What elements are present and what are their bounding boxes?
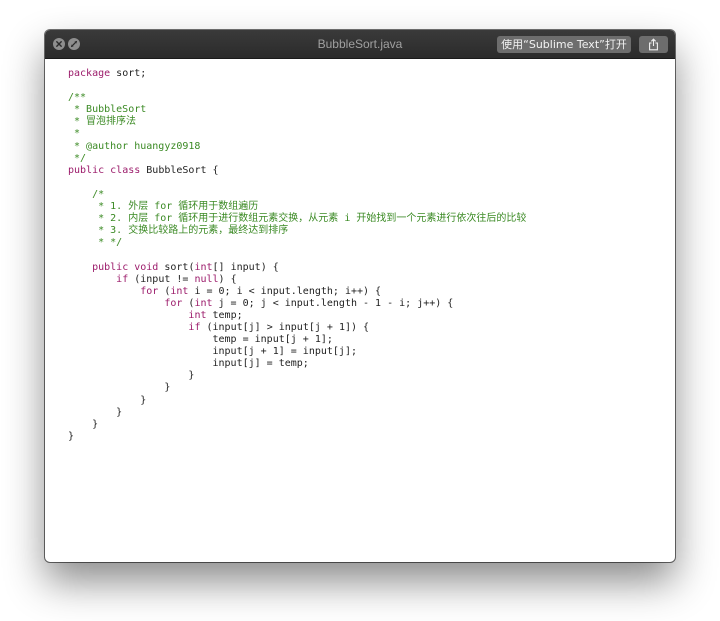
code-line: * @author huangyz0918 <box>68 141 665 153</box>
code-line: } <box>68 370 665 382</box>
code-line: } <box>68 382 665 394</box>
code-line: /** <box>68 92 665 104</box>
code-comment: * 1. 外层 for 循环用于数组遍历 <box>68 201 259 213</box>
code-line: public void sort(int[] input) { <box>68 262 665 274</box>
title-bar: BubbleSort.java 使用“Sublime Text”打开 <box>45 30 675 59</box>
code-line: int temp; <box>68 310 665 322</box>
code-text: BubbleSort { <box>140 164 219 176</box>
close-icon[interactable] <box>53 38 65 50</box>
open-with-sublime-button[interactable]: 使用“Sublime Text”打开 <box>497 36 631 53</box>
code-line: } <box>68 407 665 419</box>
code-line: for (int i = 0; i < input.length; i++) { <box>68 286 665 298</box>
code-comment: /* <box>68 188 105 200</box>
code-text: } <box>68 406 123 418</box>
code-line: * 1. 外层 for 循环用于数组遍历 <box>68 201 665 213</box>
share-icon <box>649 38 658 51</box>
code-text: ) { <box>218 273 237 285</box>
code-line: * BubbleSort <box>68 104 665 116</box>
code-comment: */ <box>68 152 87 164</box>
code-line: public class BubbleSort { <box>68 165 665 177</box>
code-comment: * 3. 交换比较路上的元素，最终达到排序 <box>68 225 289 237</box>
code-text: } <box>68 430 75 442</box>
code-keyword: for <box>164 297 183 309</box>
code-view: package sort;/** * BubbleSort * 冒泡排序法 * … <box>68 68 665 443</box>
code-line: * */ <box>68 237 665 249</box>
code-line: input[j] = temp; <box>68 358 665 370</box>
code-comment: /** <box>68 92 87 104</box>
code-line: * 2. 内层 for 循环用于进行数组元素交换，从元素 i 开始找到一个元素进… <box>68 213 665 225</box>
code-text: [] input) { <box>212 261 279 273</box>
code-line: * 冒泡排序法 <box>68 116 665 128</box>
quicklook-window: BubbleSort.java 使用“Sublime Text”打开 packa… <box>45 30 675 562</box>
code-comment: * 冒泡排序法 <box>68 116 137 128</box>
code-text: (input[j] > input[j + 1]) { <box>200 321 370 333</box>
code-keyword: null <box>194 273 219 285</box>
code-text: input[j] = temp; <box>68 358 309 370</box>
code-text: sort( <box>158 261 195 273</box>
code-line: input[j + 1] = input[j]; <box>68 346 665 358</box>
code-keyword: void <box>134 261 159 273</box>
code-line: * 3. 交换比较路上的元素，最终达到排序 <box>68 225 665 237</box>
code-line: package sort; <box>68 68 665 80</box>
code-keyword: public <box>92 261 129 273</box>
code-line: } <box>68 419 665 431</box>
code-keyword: public <box>68 164 105 176</box>
code-keyword: package <box>68 68 111 79</box>
code-text: temp; <box>206 309 243 321</box>
code-line: temp = input[j + 1]; <box>68 334 665 346</box>
code-text: (input != <box>128 273 195 285</box>
code-keyword: for <box>140 285 159 297</box>
code-keyword: if <box>188 321 201 333</box>
code-comment: * @author huangyz0918 <box>68 140 201 152</box>
code-line: for (int j = 0; j < input.length - 1 - i… <box>68 298 665 310</box>
code-keyword: int <box>194 261 213 273</box>
code-line: } <box>68 395 665 407</box>
code-keyword: if <box>116 273 129 285</box>
code-comment: * <box>68 128 81 140</box>
code-line: * <box>68 128 665 140</box>
code-line: */ <box>68 153 665 165</box>
code-keyword: int <box>188 309 207 321</box>
code-line: if (input[j] > input[j + 1]) { <box>68 322 665 334</box>
code-text: temp = input[j + 1]; <box>68 334 333 346</box>
code-line: /* <box>68 189 665 201</box>
code-text: } <box>68 382 171 394</box>
code-text: } <box>68 394 147 406</box>
share-button[interactable] <box>639 36 668 53</box>
code-text: sort; <box>110 68 147 79</box>
code-text: input[j + 1] = input[j]; <box>68 346 357 358</box>
code-text: ( <box>182 297 195 309</box>
code-text: ( <box>158 285 171 297</box>
code-keyword: int <box>170 285 189 297</box>
code-comment: * 2. 内层 for 循环用于进行数组元素交换，从元素 i 开始找到一个元素进… <box>68 213 527 225</box>
code-comment: * */ <box>68 237 123 249</box>
code-line: } <box>68 431 665 443</box>
code-text: } <box>68 370 195 382</box>
code-line: if (input != null) { <box>68 274 665 286</box>
code-text: i = 0; i < input.length; i++) { <box>188 285 382 297</box>
code-keyword: int <box>194 297 213 309</box>
code-keyword: class <box>110 164 141 176</box>
fullscreen-icon[interactable] <box>68 38 80 50</box>
code-text: } <box>68 418 99 430</box>
code-comment: * BubbleSort <box>68 104 147 116</box>
code-text: j = 0; j < input.length - 1 - i; j++) { <box>212 297 454 309</box>
